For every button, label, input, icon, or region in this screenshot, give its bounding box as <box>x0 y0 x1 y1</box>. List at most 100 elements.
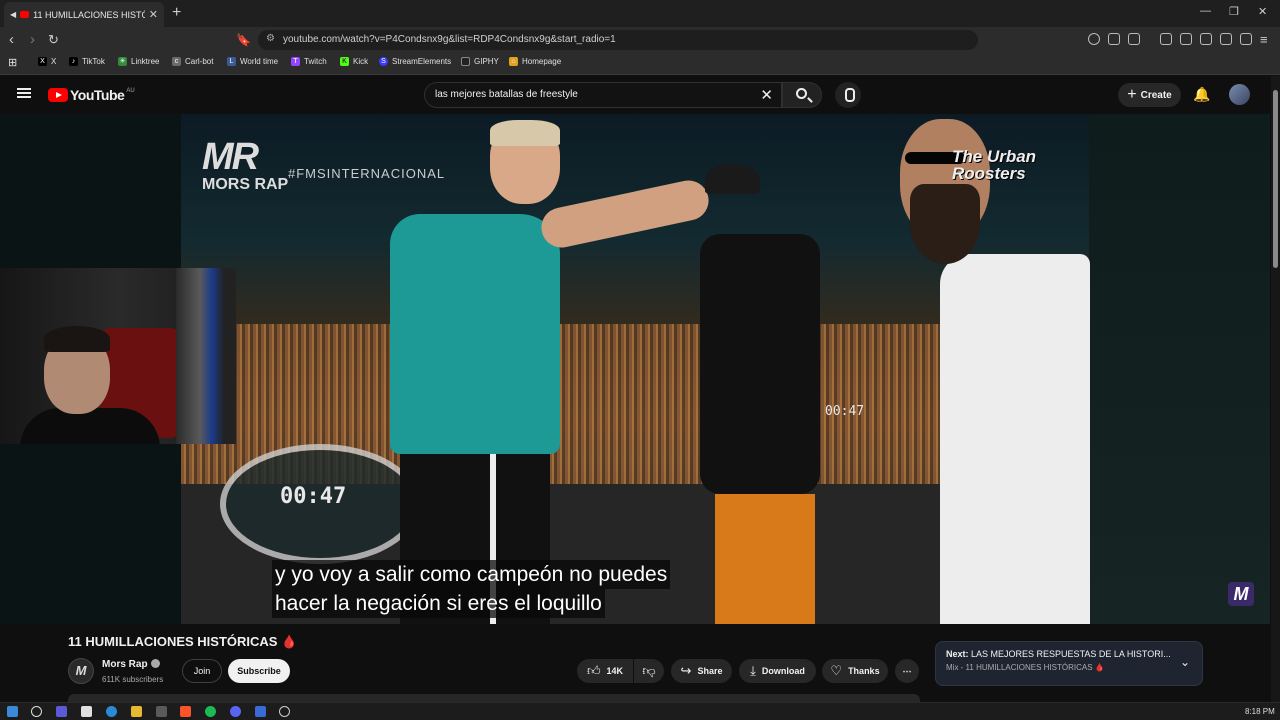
spotify-icon[interactable] <box>205 706 216 717</box>
leo-ai-icon[interactable] <box>1220 33 1232 45</box>
thumbs-down-icon: 👎︎ <box>642 663 656 678</box>
browser-tab[interactable]: ◀ 11 HUMILLACIONES HISTÓRI ✕ <box>4 2 164 27</box>
plus-icon: + <box>1127 86 1137 103</box>
join-button[interactable]: Join <box>182 659 222 683</box>
subscribe-button[interactable]: Subscribe <box>228 659 290 683</box>
file-explorer-icon[interactable] <box>131 706 142 717</box>
captions: y yo voy a salir como campeón no puedes … <box>272 560 671 618</box>
channel-avatar[interactable]: M <box>68 658 94 684</box>
voice-search-icon[interactable] <box>835 82 861 108</box>
more-icon: ⋯ <box>902 665 912 676</box>
brave-icon[interactable] <box>180 706 191 717</box>
next-title: Next: LAS MEJORES RESPUESTAS DE LA HISTO… <box>946 649 1171 659</box>
bookmark-homepage[interactable]: ⌂ Homepage <box>509 57 561 66</box>
bookmark-icon[interactable]: 🔖 <box>236 33 251 47</box>
bookmark-tiktok[interactable]: ♪ TikTok <box>69 57 105 66</box>
bookmark-streamelements[interactable]: S StreamElements <box>379 57 451 66</box>
screenshot-icon[interactable] <box>1128 33 1140 45</box>
store-icon[interactable] <box>156 706 167 717</box>
sidebar-icon[interactable] <box>1180 33 1192 45</box>
restore-icon[interactable]: ❐ <box>1229 5 1239 18</box>
extensions-icon[interactable] <box>1108 33 1120 45</box>
bookmark-giphy[interactable]: GIPHY <box>461 57 499 66</box>
windows-start-icon[interactable] <box>7 706 18 717</box>
new-tab-icon[interactable]: + <box>172 4 181 22</box>
video-player[interactable]: 00:47 00:47 MR MORS RAP #FMSINTERNACIONA… <box>0 114 1270 624</box>
mors-rap-watermark: MR MORS RAP <box>202 136 289 193</box>
media-icon[interactable] <box>1160 33 1172 45</box>
blood-drop-icon: 🩸 <box>281 634 298 649</box>
forward-icon[interactable]: › <box>30 31 35 48</box>
bookmark-worldtime[interactable]: L World time <box>227 57 278 66</box>
host-bearded <box>880 114 1090 624</box>
account-avatar[interactable] <box>1229 84 1250 105</box>
next-in-mix-panel[interactable]: Next: LAS MEJORES RESPUESTAS DE LA HISTO… <box>935 641 1203 686</box>
search-input[interactable]: las mejores batallas de freestyle ✕ <box>424 82 782 108</box>
urban-roosters-watermark: The Urban Roosters <box>952 147 1037 183</box>
download-button[interactable]: ⤓ Download <box>739 659 816 683</box>
app-icon-2[interactable] <box>255 706 266 717</box>
rapper-teal-shirt <box>390 120 713 624</box>
apps-grid-icon[interactable]: ⊞ <box>8 56 17 69</box>
youtube-header: YouTube AU las mejores batallas de frees… <box>0 76 1280 114</box>
back-icon[interactable]: ‹ <box>9 31 14 48</box>
edge-icon[interactable] <box>106 706 117 717</box>
clock[interactable]: 8:18 PM <box>1245 707 1275 716</box>
bookmark-linktree[interactable]: ✳ Linktree <box>118 57 159 66</box>
streamer-webcam <box>0 268 236 444</box>
taskbar-search-icon[interactable] <box>31 706 42 717</box>
more-actions-button[interactable]: ⋯ <box>895 659 919 683</box>
wallet-icon[interactable] <box>1200 33 1212 45</box>
download-icon: ⤓ <box>750 663 756 678</box>
app-icon-1[interactable] <box>81 706 92 717</box>
close-tab-icon[interactable]: ✕ <box>149 8 158 21</box>
x-icon: X <box>38 57 47 66</box>
streamelements-icon: S <box>379 57 388 66</box>
site-info-icon[interactable]: ⚙ <box>266 33 275 44</box>
extension-s-icon[interactable] <box>1088 33 1100 45</box>
reload-icon[interactable]: ↻ <box>48 32 59 48</box>
guide-menu-icon[interactable] <box>17 88 31 98</box>
stage-timer-right: 00:47 <box>825 404 865 419</box>
chevron-down-icon[interactable]: ⌄ <box>1180 655 1190 669</box>
next-subtitle: Mix - 11 HUMILLACIONES HISTÓRICAS 🩸 <box>946 663 1105 672</box>
region-code: AU <box>126 88 135 94</box>
bookmark-twitch[interactable]: T Twitch <box>291 57 327 66</box>
youtube-logo[interactable]: YouTube AU <box>48 87 135 103</box>
video-title: 11 HUMILLACIONES HISTÓRICAS 🩸 <box>68 634 298 649</box>
create-button[interactable]: + Create <box>1118 83 1181 107</box>
search-query-text: las mejores batallas de freestyle <box>435 89 578 100</box>
giphy-icon <box>461 57 470 66</box>
notifications-bell-icon[interactable]: 🔔 <box>1193 86 1210 103</box>
vpn-shield-icon[interactable] <box>1240 33 1252 45</box>
bookmark-kick[interactable]: K Kick <box>340 57 368 66</box>
dislike-button[interactable]: 👎︎ <box>634 659 664 683</box>
tab-title: 11 HUMILLACIONES HISTÓRI <box>33 9 145 20</box>
clear-search-icon[interactable]: ✕ <box>760 86 773 104</box>
thanks-button[interactable]: ♡ Thanks <box>822 659 888 683</box>
caption-line-2: hacer la negación si eres el loquillo <box>272 589 605 618</box>
linktree-icon: ✳ <box>118 57 127 66</box>
url-text: youtube.com/watch?v=P4Condsnx9g&list=RDP… <box>283 34 616 45</box>
url-field[interactable]: ⚙ youtube.com/watch?v=P4Condsnx9g&list=R… <box>258 30 978 50</box>
homepage-icon: ⌂ <box>509 57 518 66</box>
search-button[interactable] <box>782 82 822 108</box>
speaker-icon[interactable]: ◀ <box>10 10 16 19</box>
bookmark-carlbot[interactable]: c Carl-bot <box>172 57 213 66</box>
close-window-icon[interactable]: ✕ <box>1258 5 1267 18</box>
page-scrollbar-thumb[interactable] <box>1273 90 1278 268</box>
discord-icon[interactable] <box>230 706 241 717</box>
obs-icon[interactable] <box>279 706 290 717</box>
bookmark-x[interactable]: XX <box>38 57 56 66</box>
youtube-wordmark: YouTube <box>70 87 125 103</box>
description-box[interactable] <box>68 694 920 702</box>
channel-name[interactable]: Mors Rap <box>102 659 160 670</box>
video-letterbox-right <box>1089 114 1270 624</box>
share-button[interactable]: ↪ Share <box>671 659 732 683</box>
like-button[interactable]: 👍︎ 14K <box>577 659 633 683</box>
channel-watermark-badge[interactable]: M <box>1228 582 1254 606</box>
menu-icon[interactable]: ≡ <box>1260 32 1268 47</box>
minimize-icon[interactable]: — <box>1200 5 1211 17</box>
teams-icon[interactable] <box>56 706 67 717</box>
share-icon: ↪ <box>680 663 692 678</box>
